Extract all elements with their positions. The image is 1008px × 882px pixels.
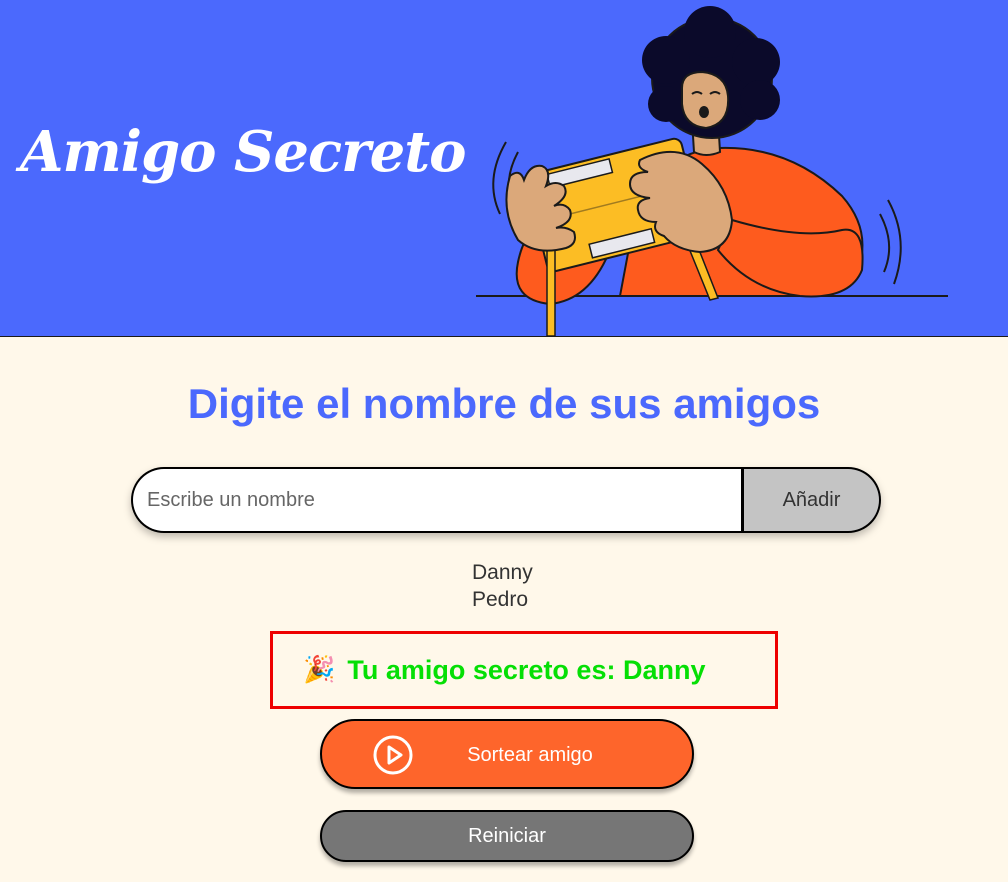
add-button[interactable]: Añadir [741, 467, 881, 533]
friend-name-input[interactable] [131, 467, 741, 533]
result-box: 🎉 Tu amigo secreto es: Danny [270, 631, 778, 709]
party-popper-icon: 🎉 [303, 655, 336, 685]
result-text: Tu amigo secreto es: Danny [347, 654, 706, 685]
section-title: Digite el nombre de sus amigos [187, 380, 821, 427]
list-item: Danny [472, 561, 533, 584]
app-title: Amigo Secreto [20, 119, 466, 185]
add-friend-form: Añadir [131, 467, 881, 533]
page-header: Amigo Secreto [0, 0, 1008, 337]
main-content: Digite el nombre de sus amigos Añadir Da… [0, 337, 1008, 882]
list-item: Pedro [472, 588, 529, 611]
friend-list: Danny Pedro [472, 559, 533, 613]
draw-friend-button[interactable]: Sortear amigo [320, 719, 694, 789]
reset-button[interactable]: Reiniciar [320, 810, 694, 862]
draw-friend-button-label: Sortear amigo [467, 744, 593, 766]
person-holding-gift-illustration [476, 6, 948, 336]
